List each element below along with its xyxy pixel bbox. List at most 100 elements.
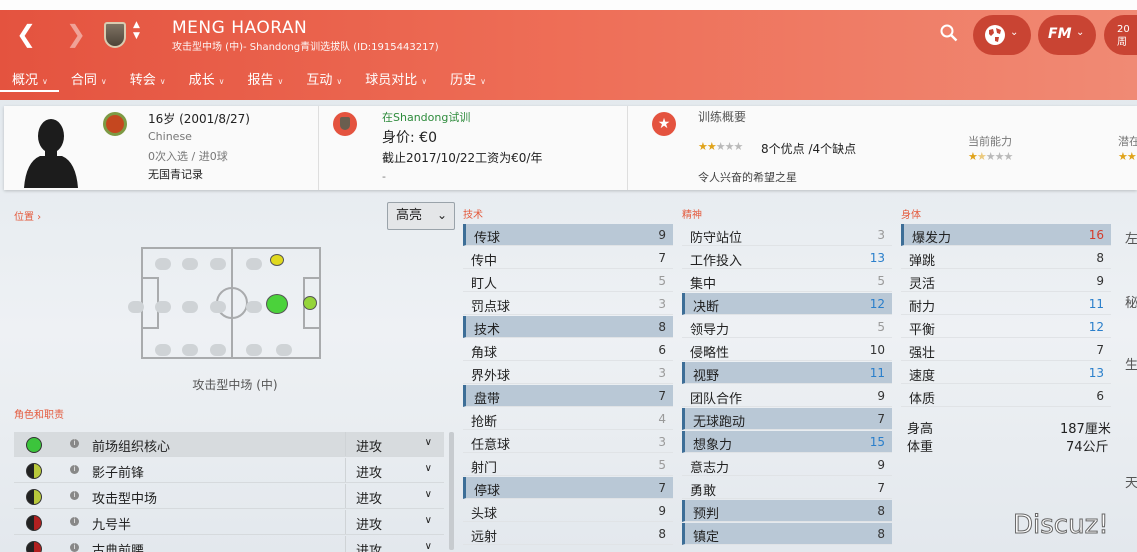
tab-label: 概况 [12,73,39,88]
date-continue-button[interactable]: 20 周 [1104,15,1137,55]
position-dot [155,344,171,356]
attribute-name: 抢断 [471,415,498,430]
weight-label: 体重 [907,440,934,455]
attribute-name: 爆发力 [912,231,952,246]
attribute-row-mental: 视野 11 [682,362,892,384]
attribute-name: 决断 [693,300,720,315]
position-dot [276,344,292,356]
back-arrow-icon[interactable]: ❮ [16,22,36,46]
attribute-value: 15 [869,435,885,449]
tab-4[interactable]: 报告 ∨ [236,70,295,92]
position-link[interactable]: 位置 › [14,208,41,223]
position-label: 位置 [14,212,34,223]
position-dot-active [266,294,288,314]
tab-label: 成长 [188,73,215,88]
tab-label: 转会 [129,73,156,88]
player-subtitle: 攻击型中场 (中)- Shandong青训选拔队 (ID:1915443217) [172,42,439,53]
attribute-value: 9 [877,458,885,472]
attribute-name: 弹跳 [909,254,936,269]
attribute-value: 5 [658,274,666,288]
info-icon[interactable]: i [70,465,79,474]
tab-1[interactable]: 合同 ∨ [59,70,118,92]
info-icon[interactable]: i [70,439,79,448]
attribute-name: 停球 [474,484,501,499]
position-dot [155,258,171,270]
attribute-row-physical: 弹跳 8 [901,247,1111,269]
role-row[interactable]: i 古典前腰 进攻 ∨ [14,536,444,552]
attribute-name: 体质 [909,392,936,407]
role-duty-dropdown[interactable]: 进攻 ∨ [345,510,444,534]
search-icon[interactable] [940,24,958,42]
attribute-value: 16 [1088,228,1104,242]
tab-0[interactable]: 概况 ∨ [0,70,59,92]
role-duty: 进攻 [356,544,383,552]
trial-club-link[interactable]: Shandong [393,111,448,124]
role-duty-dropdown[interactable]: 进攻 ∨ [345,484,444,508]
nationality-flag-icon [103,112,127,136]
attribute-row-mental: 团队合作 9 [682,385,892,407]
chevron-down-icon: ∨ [159,77,166,86]
attribute-name: 传球 [474,231,501,246]
role-duty: 进攻 [356,518,383,533]
roles-label: 角色和职责 [14,410,64,421]
role-row[interactable]: i 前场组织核心 进攻 ∨ [14,432,444,457]
attribute-value: 3 [658,297,666,311]
player-silhouette-icon [24,119,78,188]
attribute-value: 9 [658,504,666,518]
player-cycle-icon[interactable]: ▲ ▼ [133,20,140,42]
prospect-text: 令人兴奋的希望之星 [698,171,797,184]
attribute-row-technical: 传中 7 [463,247,673,269]
tab-3[interactable]: 成长 ∨ [177,70,236,92]
tab-2[interactable]: 转会 ∨ [118,70,177,92]
attribute-row-technical: 传球 9 [463,224,673,246]
current-ability-stars: ★★★★★ [968,150,1013,163]
roles-scrollbar[interactable] [449,432,454,550]
role-suitability-icon [26,515,42,531]
chevron-down-icon: ∨ [424,463,432,474]
attribute-value: 5 [877,320,885,334]
physical-header: 身体 [901,210,921,221]
info-icon[interactable]: i [70,491,79,500]
player-age: 16岁 (2001/8/27) [148,112,250,126]
role-row[interactable]: i 影子前锋 进攻 ∨ [14,458,444,483]
fm-menu-button[interactable]: FM ⌄ [1038,15,1096,55]
attribute-value: 13 [1088,366,1104,380]
position-dot [155,301,171,313]
role-duty-dropdown[interactable]: 进攻 ∨ [345,432,444,456]
tab-label: 互动 [306,73,333,88]
position-dot-active [270,254,284,266]
tab-6[interactable]: 球员对比 ∨ [353,70,438,92]
date-text-line2: 周 [1117,37,1127,48]
attribute-value: 9 [877,389,885,403]
club-badge-icon [333,112,357,136]
forward-arrow-icon[interactable]: ❯ [66,22,86,46]
attribute-value: 8 [658,527,666,541]
role-duty-dropdown[interactable]: 进攻 ∨ [345,536,444,552]
role-name: 古典前腰 [92,544,145,552]
role-duty-dropdown[interactable]: 进攻 ∨ [345,458,444,482]
attribute-row-technical: 角球 6 [463,339,673,361]
contract-info: 截止2017/10/22工资为€0/年 [382,151,543,165]
attribute-name: 镇定 [693,530,720,545]
tab-7[interactable]: 历史 ∨ [438,70,497,92]
info-icon[interactable]: i [70,517,79,526]
chevron-down-icon: ⌄ [436,208,447,222]
attribute-row-mental: 无球跑动 7 [682,408,892,430]
role-row[interactable]: i 九号半 进攻 ∨ [14,510,444,535]
attribute-name: 罚点球 [471,300,511,315]
header-bar: ❮ ❯ ▲ ▼ MENG HAORAN 攻击型中场 (中)- Shandong青训… [0,0,1137,100]
trial-status: 在Shandong试训 [382,109,470,125]
info-icon[interactable]: i [70,543,79,552]
tab-5[interactable]: 互动 ∨ [294,70,353,92]
tab-label: 合同 [70,73,97,88]
attribute-value: 6 [658,343,666,357]
attribute-value: 6 [1096,389,1104,403]
role-row[interactable]: i 攻击型中场 进攻 ∨ [14,484,444,509]
attribute-value: 8 [877,504,885,518]
position-dot-active [303,296,317,310]
attribute-name: 技术 [474,323,501,338]
star-badge-icon: ★ [652,112,676,136]
highlight-dropdown[interactable]: 高亮 ⌄ [387,202,455,230]
world-menu-button[interactable]: ⌄ [973,15,1031,55]
attribute-name: 任意球 [471,438,511,453]
